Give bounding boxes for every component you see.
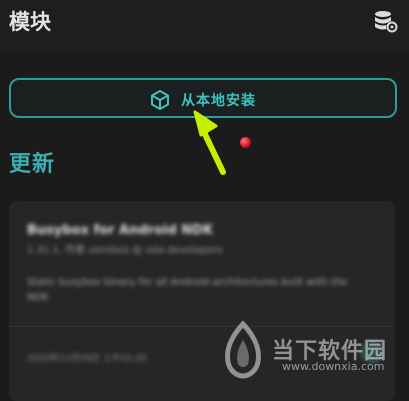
module-date: 2020年11月09日 上午02:26 <box>27 354 147 364</box>
page-title: 模块 <box>9 10 51 34</box>
package-box-icon <box>151 90 169 110</box>
top-app-bar: 模块 <box>0 0 409 50</box>
install-button-label: 从本地安装 <box>181 93 256 109</box>
module-name: Busybox for Android NDK <box>27 223 214 238</box>
module-description: Static busybox binary for all Android ar… <box>27 277 348 303</box>
module-meta: 1.31.1, 作者 osm0sis @ xda-developers <box>27 245 223 256</box>
red-dot-marker <box>240 137 251 148</box>
section-title-updates: 更新 <box>9 152 56 177</box>
database-settings-icon <box>375 11 398 33</box>
watermark: 当下软件园 www.downxia.com <box>218 320 408 395</box>
database-settings-button[interactable] <box>371 6 401 36</box>
downxia-logo-icon <box>225 320 261 379</box>
watermark-url: www.downxia.com <box>282 360 385 373</box>
pointer-arrow-annotation <box>193 110 226 175</box>
